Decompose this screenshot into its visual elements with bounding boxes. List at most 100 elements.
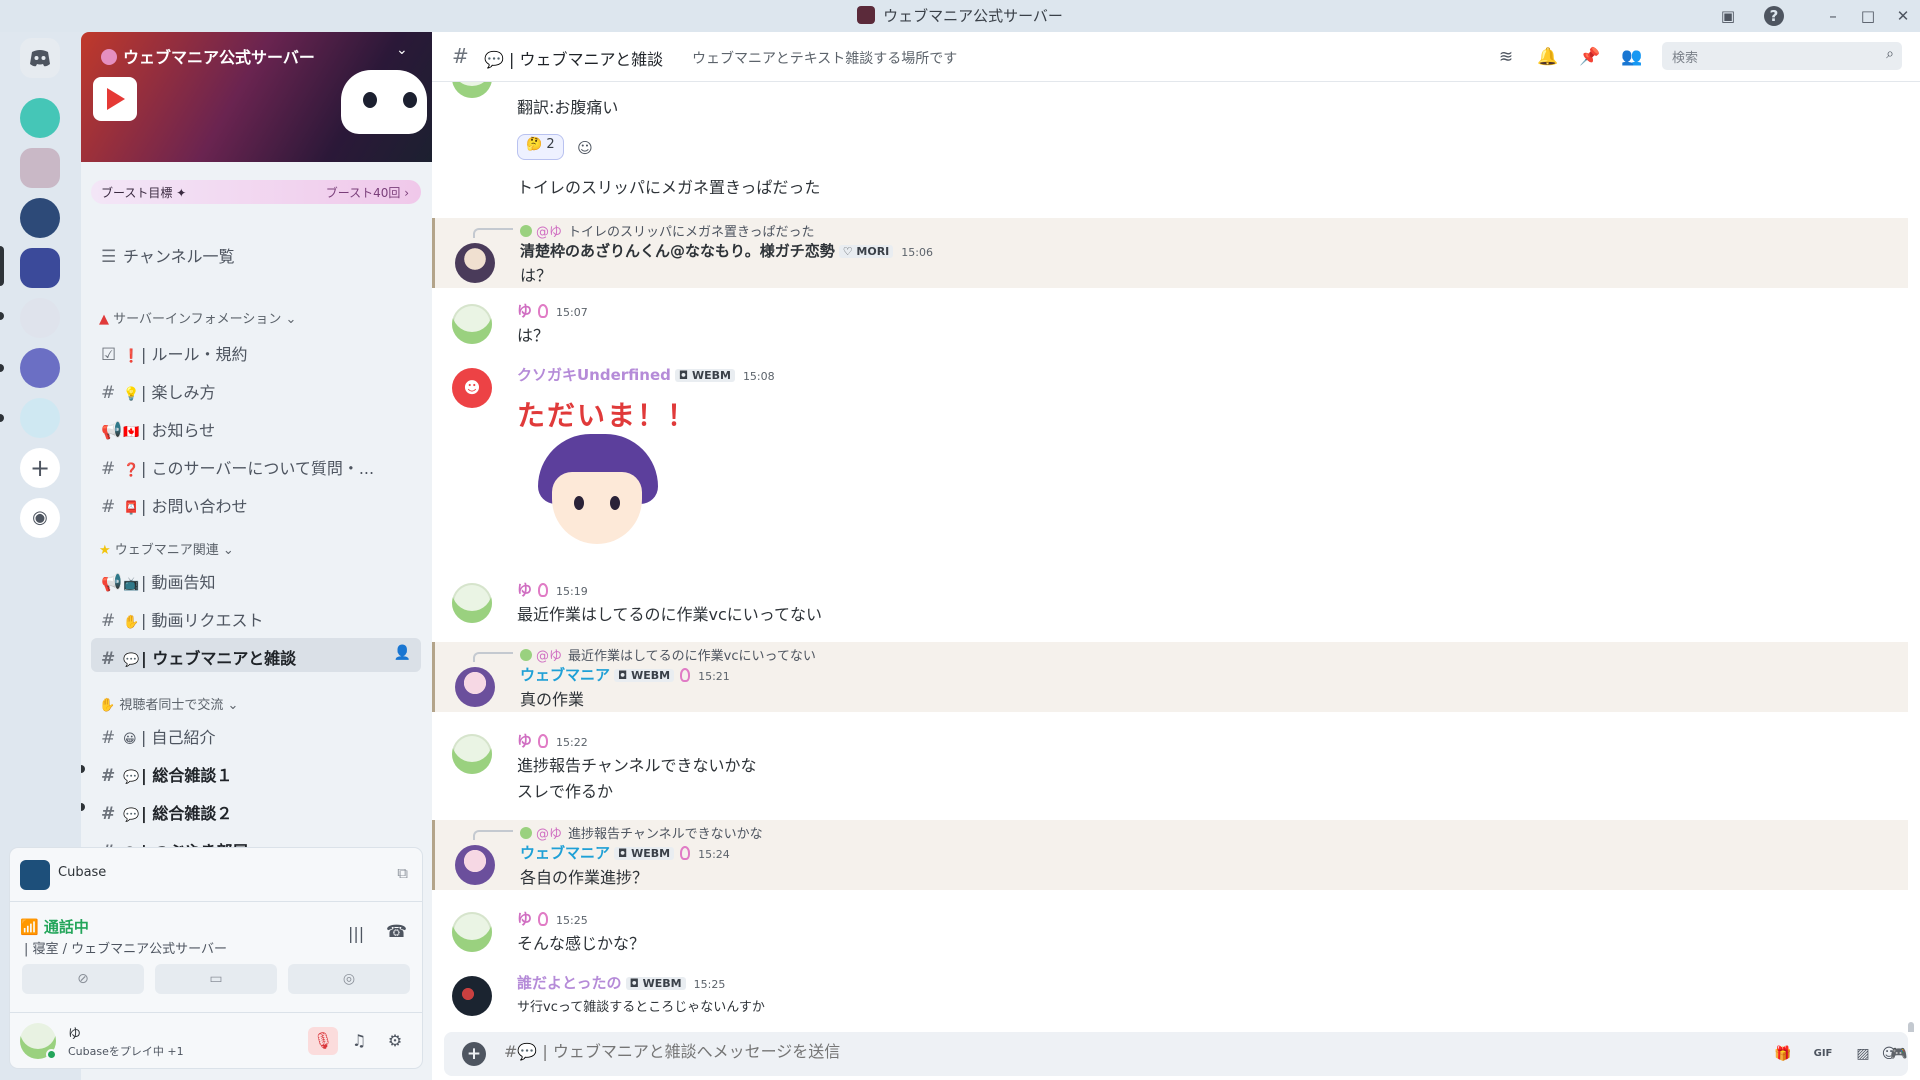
avatar[interactable]: [452, 82, 492, 98]
message-author[interactable]: ウェブマニア ◘ WEBM 15:24: [520, 842, 730, 863]
screen-share-icon[interactable]: ⧉: [397, 864, 408, 882]
channel-contact[interactable]: # 📮 | お問い合わせ: [91, 486, 421, 520]
server-icon-6[interactable]: [20, 348, 60, 388]
timestamp: 15:06: [901, 246, 933, 259]
activities-icon[interactable]: 🎮: [1886, 1042, 1912, 1066]
active-server-pill: [0, 246, 4, 286]
minimize-button[interactable]: –: [1823, 6, 1843, 26]
reply-preview[interactable]: @ゆ 進捗報告チャンネルできないかな: [520, 823, 763, 842]
activity-card: Cubase ⧉: [10, 848, 422, 902]
chevron-down-icon[interactable]: ⌄: [396, 42, 408, 58]
author-name: ゆ: [517, 581, 533, 599]
headphones-icon[interactable]: ♫: [344, 1027, 374, 1055]
channel-video-notice[interactable]: 📢📺 | 動画告知: [91, 562, 421, 596]
channel-announcements[interactable]: 📢🇨🇦 | お知らせ: [91, 410, 421, 444]
category-server-info[interactable]: ▲ サーバーインフォメーション ⌄: [99, 308, 296, 327]
message-author[interactable]: ウェブマニア ◘ WEBM 15:21: [520, 664, 730, 685]
avatar: [520, 225, 532, 237]
username[interactable]: ゆ: [68, 1023, 81, 1042]
avatar[interactable]: [455, 667, 495, 707]
sticker-caption: ただいま！！: [517, 399, 698, 432]
category-webmania[interactable]: ★ ウェブマニア関連 ⌄: [99, 539, 234, 558]
noise-suppression-icon[interactable]: |||: [348, 924, 364, 943]
server-icon-webmania[interactable]: [20, 248, 60, 288]
discord-icon[interactable]: ☻: [452, 368, 492, 408]
server-icon-7[interactable]: [20, 398, 60, 438]
author-name: ウェブマニア: [520, 844, 611, 862]
reply-preview[interactable]: @ゆ 最近作業はしてるのに作業vcにいってない: [520, 645, 816, 664]
message-author[interactable]: ゆ 15:19: [517, 579, 588, 600]
activity-button[interactable]: ◎: [288, 964, 410, 994]
server-icon-1[interactable]: [20, 98, 60, 138]
upload-plus-icon[interactable]: +: [462, 1042, 486, 1066]
avatar[interactable]: [452, 304, 492, 344]
channel-self-intro[interactable]: # 😀 | 自己紹介: [91, 717, 421, 751]
avatar[interactable]: [455, 845, 495, 885]
camera-off-button[interactable]: ⊘: [22, 964, 144, 994]
sticker-icon[interactable]: ▨: [1850, 1042, 1876, 1066]
threads-icon[interactable]: ≋: [1494, 45, 1518, 69]
close-button[interactable]: ✕: [1893, 6, 1913, 26]
message-text: 真の作業: [520, 690, 585, 709]
channel-video-request[interactable]: # ✋ | 動画リクエスト: [91, 600, 421, 634]
channel-how-to-enjoy[interactable]: # 💡 | 楽しみ方: [91, 372, 421, 406]
bell-icon[interactable]: 🔔: [1536, 45, 1560, 69]
gif-icon[interactable]: GIF: [1810, 1042, 1836, 1066]
channel-rules[interactable]: ☑ ❗ | ルール・規約: [91, 334, 421, 368]
avatar[interactable]: [452, 583, 492, 623]
avatar[interactable]: [452, 976, 492, 1016]
message-input[interactable]: [504, 1042, 1404, 1061]
pin-icon[interactable]: 📌: [1578, 45, 1602, 69]
message-author[interactable]: クソガキUnderfined ◘ WEBM 15:08: [517, 364, 775, 385]
message-author[interactable]: ゆ 15:25: [517, 908, 588, 929]
add-reaction-icon[interactable]: ☺: [572, 135, 598, 161]
megaphone-icon: 📢: [101, 573, 123, 593]
server-icon-5[interactable]: [20, 298, 60, 338]
screen-share-button[interactable]: ▭: [155, 964, 277, 994]
avatar[interactable]: [20, 1023, 57, 1060]
category-viewers[interactable]: ✋ 視聴者同士で交流 ⌄: [99, 694, 238, 713]
channel-list-button[interactable]: ☰ チャンネル一覧: [91, 236, 421, 270]
help-icon[interactable]: ?: [1764, 6, 1784, 26]
server-icon-2[interactable]: [20, 148, 60, 188]
server-name-button[interactable]: ウェブマニア公式サーバー: [101, 44, 315, 68]
avatar[interactable]: [452, 912, 492, 952]
voice-location[interactable]: | 寝室 / ウェブマニア公式サーバー: [24, 938, 227, 957]
role-tag-text: WEBM: [691, 369, 731, 382]
reply-preview[interactable]: @ゆ トイレのスリッパにメガネ置きっぱだった: [520, 221, 815, 240]
avatar[interactable]: [455, 243, 495, 283]
member-list-icon[interactable]: 👥: [1620, 45, 1644, 69]
message-author[interactable]: ゆ 15:07: [517, 300, 588, 321]
channel-emoji: ❗: [123, 349, 140, 364]
settings-gear-icon[interactable]: ⚙: [380, 1027, 410, 1055]
channel-general-1[interactable]: # 💬 | 総合雑談１: [91, 755, 421, 789]
search-placeholder: 検索: [1672, 51, 1699, 66]
channel-webmania-chat[interactable]: # 💬 | ウェブマニアと雑談 👤: [91, 638, 421, 672]
server-icon-3[interactable]: [20, 198, 60, 238]
message-author[interactable]: 誰だよとったの ◘ WEBM 15:25: [517, 972, 725, 993]
gift-icon[interactable]: 🎁: [1770, 1042, 1796, 1066]
sticker-image[interactable]: [530, 434, 660, 554]
channel-topic[interactable]: ウェブマニアとテキスト雑談する場所です: [692, 48, 957, 68]
add-server-icon[interactable]: +: [20, 448, 60, 488]
scrollbar[interactable]: [1908, 1022, 1914, 1032]
boost-goal-bar[interactable]: ブースト目標 ✦ ブースト40回 ›: [91, 180, 421, 204]
add-member-icon[interactable]: 👤: [394, 645, 411, 661]
inbox-icon[interactable]: ▣: [1718, 6, 1738, 26]
search-input[interactable]: 検索 ⌕: [1662, 42, 1902, 70]
avatar[interactable]: [452, 734, 492, 774]
channel-general-2[interactable]: # 💬 | 総合雑談２: [91, 793, 421, 827]
discord-home-icon[interactable]: [20, 38, 60, 78]
message-author[interactable]: 清楚枠のあざりんくん@ななもり。様ガチ恋勢 ♡ MORI 15:06: [520, 240, 933, 261]
explore-icon[interactable]: ◉: [20, 498, 60, 538]
voice-status[interactable]: 📶 通話中: [20, 916, 89, 937]
channel-faq[interactable]: # ❓ | このサーバーについて質問・...: [91, 448, 421, 482]
mute-mic-icon[interactable]: 🎙: [308, 1027, 338, 1055]
disconnect-icon[interactable]: ☎: [386, 922, 407, 942]
maximize-button[interactable]: □: [1858, 6, 1878, 26]
badge-icon: [538, 912, 549, 926]
search-icon: ⌕: [1886, 46, 1894, 62]
message-author[interactable]: ゆ 15:22: [517, 730, 588, 751]
channel-emoji: 💬: [123, 770, 140, 785]
reaction-thinking[interactable]: 🤔 2: [517, 134, 564, 160]
